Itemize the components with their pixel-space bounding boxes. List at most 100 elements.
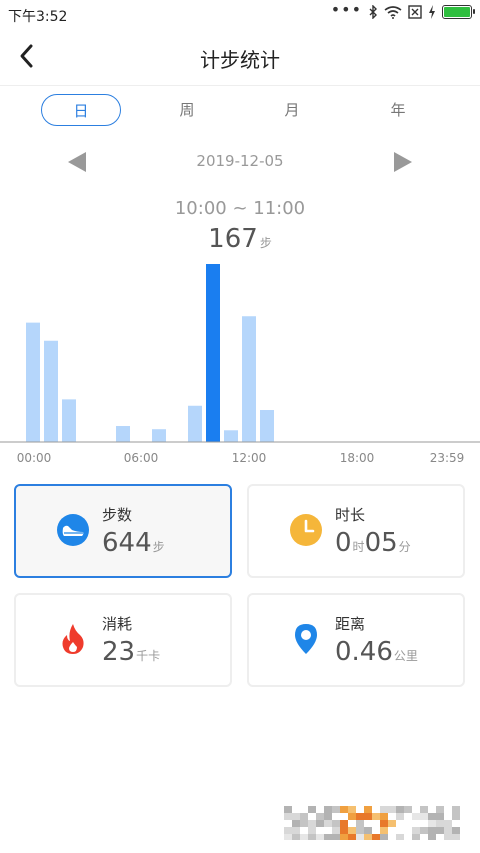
bar-0000[interactable]: [26, 322, 40, 442]
watermark-pixel: [332, 820, 340, 827]
watermark-pixel: [396, 813, 404, 820]
card-steps[interactable]: 步数 644步: [14, 484, 232, 578]
watermark-pixel: [436, 820, 444, 827]
watermark-pixel: [412, 834, 420, 840]
watermark-pixel: [292, 813, 300, 820]
watermark-pixel: [316, 813, 324, 820]
watermark-pixel: [444, 834, 452, 840]
watermark-pixel: [300, 834, 308, 840]
bar-1000[interactable]: [206, 264, 220, 442]
battery-fill: [444, 7, 470, 17]
status-time: 下午3:52: [8, 9, 68, 25]
watermark-pixel: [364, 806, 372, 813]
tab-day[interactable]: 日: [41, 94, 121, 126]
x-tick-label: 06:00: [124, 451, 159, 465]
tab-week[interactable]: 周: [147, 94, 227, 126]
bar-1100[interactable]: [224, 430, 238, 442]
card-distance-value: 0.46公里: [335, 637, 418, 667]
card-calories-value: 23千卡: [102, 637, 160, 667]
steps-total: 644: [102, 528, 152, 558]
watermark-pixel: [452, 827, 460, 834]
watermark-pixel: [364, 834, 372, 840]
bar-0700[interactable]: [152, 429, 166, 442]
watermark-pixel: [324, 813, 332, 820]
calories-unit: 千卡: [136, 649, 161, 663]
bluetooth-icon: [369, 5, 377, 19]
watermark-pixel: [372, 813, 380, 820]
card-calories[interactable]: 消耗 23千卡: [14, 593, 232, 687]
watermark-pixel: [332, 806, 340, 813]
watermark-pixel: [372, 834, 380, 840]
watermark-pixel: [332, 834, 340, 840]
card-steps-value: 644步: [102, 528, 165, 558]
watermark-pixel: [380, 820, 388, 827]
watermark-pixel: [348, 834, 356, 840]
triangle-right-icon[interactable]: [392, 150, 414, 174]
card-duration[interactable]: 时长 0时05分: [247, 484, 465, 578]
card-distance[interactable]: 距离 0.46公里: [247, 593, 465, 687]
watermark-pixel: [356, 820, 364, 827]
bar-1200[interactable]: [242, 316, 256, 442]
watermark-pixel: [436, 806, 444, 813]
watermark-pixel: [436, 813, 444, 820]
watermark-pixel: [356, 813, 364, 820]
watermark-pixel: [308, 834, 316, 840]
charging-icon: [429, 5, 435, 19]
status-icons: •••: [330, 0, 475, 19]
watermark-pixel: [420, 806, 428, 813]
watermark-pixel: [364, 813, 372, 820]
duration-minutes-unit: 分: [398, 540, 411, 554]
watermark-pixel: [428, 820, 436, 827]
selected-steps-unit: 步: [259, 236, 272, 250]
hourly-steps-chart[interactable]: 00:00 06:00 12:00 18:00 23:59: [0, 250, 480, 470]
chart-bars: [26, 264, 274, 442]
watermark-pixel: [332, 827, 340, 834]
bar-0900[interactable]: [188, 405, 202, 442]
watermark-pixel: [308, 820, 316, 827]
watermark-pixel: [452, 834, 460, 840]
duration-hours-unit: 时: [352, 540, 365, 554]
watermark-pixel: [292, 820, 300, 827]
watermark-pixel: [348, 813, 356, 820]
location-pin-icon: [295, 624, 317, 654]
duration-minutes: 05: [364, 528, 398, 558]
watermark-pixel: [340, 806, 348, 813]
x-tick-label: 12:00: [232, 451, 267, 465]
watermark-pixel: [428, 827, 436, 834]
flame-icon: [62, 624, 84, 654]
watermark-pixel: [300, 820, 308, 827]
watermark-pixel: [292, 834, 300, 840]
watermark-pixel: [340, 820, 348, 827]
bar-0500[interactable]: [116, 426, 130, 442]
watermark-pixel: [284, 806, 292, 813]
bar-0100[interactable]: [44, 340, 58, 442]
watermark-pixel: [452, 806, 460, 813]
more-dots-icon: •••: [330, 0, 362, 19]
watermark-pixel: [364, 827, 372, 834]
watermark-pixel: [380, 827, 388, 834]
sneaker-icon: [57, 514, 89, 546]
watermark-pixel: [444, 827, 452, 834]
tab-month[interactable]: 月: [252, 94, 332, 126]
card-steps-label: 步数: [102, 506, 133, 524]
watermark-pixel: [412, 813, 420, 820]
watermark-pixel: [388, 820, 396, 827]
watermark-pixel: [324, 806, 332, 813]
watermark-pixel: [284, 827, 292, 834]
watermark-pixel: [388, 806, 396, 813]
selected-range: 10:00 ~ 11:00: [174, 198, 306, 219]
watermark-pixel: [404, 806, 412, 813]
distance-total: 0.46: [335, 637, 393, 667]
tab-year[interactable]: 年: [358, 94, 438, 126]
watermark-pixel: [380, 834, 388, 840]
watermark-pixel: [308, 806, 316, 813]
bar-1300[interactable]: [260, 410, 274, 442]
watermark-pixel: [420, 813, 428, 820]
watermark-pixel: [356, 827, 364, 834]
card-calories-label: 消耗: [102, 615, 133, 633]
watermark-pixel: [308, 827, 316, 834]
watermark-pixel: [412, 827, 420, 834]
watermark-pixel: [300, 813, 308, 820]
watermark-pixel: [420, 827, 428, 834]
bar-0200[interactable]: [62, 399, 76, 442]
